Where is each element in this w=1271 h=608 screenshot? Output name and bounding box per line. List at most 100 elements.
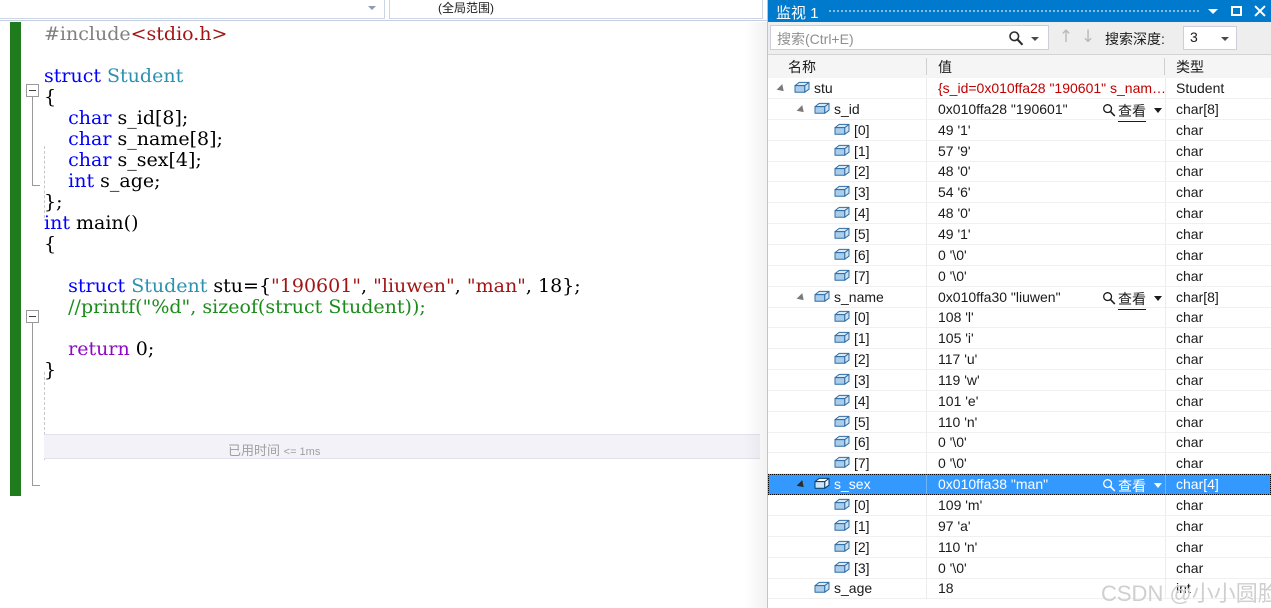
variable-name[interactable]: stu [814,80,833,96]
table-row[interactable]: [6] 0 '\0' char [768,432,1271,454]
table-row[interactable]: s_id 0x010ffa28 "190601" 查看 char[8] [768,98,1271,122]
table-row[interactable]: [3] 54 '6' char [768,182,1271,204]
variable-value[interactable]: 48 '0' [938,163,971,179]
variable-value[interactable]: 0x010ffa28 "190601" [938,101,1068,117]
column-divider[interactable] [926,58,927,75]
variable-value[interactable]: 0 '\0' [938,455,967,471]
close-icon[interactable] [1249,0,1271,22]
variable-name[interactable]: s_id [834,101,860,117]
expander-caret-icon[interactable] [778,84,787,93]
variable-value[interactable]: 0 '\0' [938,268,967,284]
table-row[interactable]: [5] 49 '1' char [768,223,1271,245]
variable-value[interactable]: 0x010ffa30 "liuwen" [938,289,1061,305]
variable-value[interactable]: 57 '9' [938,143,971,159]
variable-name[interactable]: [5] [854,226,870,242]
search-depth-input[interactable]: 3 [1183,26,1237,50]
chevron-down-icon[interactable] [1154,483,1162,489]
table-row[interactable]: [5] 110 'n' char [768,411,1271,433]
table-row[interactable]: [7] 0 '\0' char [768,265,1271,287]
variable-name[interactable]: [3] [854,184,870,200]
navbar-member-dropdown[interactable] [0,0,385,19]
expander-caret-icon[interactable] [798,480,807,489]
expander-caret-icon[interactable] [798,105,807,114]
variable-name[interactable]: [1] [854,518,870,534]
table-row[interactable]: [7] 0 '\0' char [768,453,1271,475]
navbar-scope-dropdown[interactable]: (全局范围) [389,0,763,19]
table-row[interactable]: stu {s_id=0x010ffa28 "190601" s_nam… Stude… [768,78,1271,99]
chevron-down-icon[interactable] [1221,37,1229,41]
chevron-down-icon[interactable] [1202,0,1224,22]
variable-value[interactable]: 119 'w' [938,372,980,388]
variable-value[interactable]: 0 '\0' [938,247,967,263]
variable-value[interactable]: 110 'n' [938,414,977,430]
chevron-down-icon[interactable] [1031,37,1039,41]
variable-name[interactable]: s_age [834,580,872,596]
variable-name[interactable]: [1] [854,143,870,159]
table-row[interactable]: [1] 97 'a' char [768,515,1271,537]
variable-name[interactable]: [5] [854,414,870,430]
watch-window-pane[interactable]: 监视 1 搜索(Ctrl+E) ↑ ↓ 搜索深度: 3 名称 值 类型 stu … [768,0,1271,608]
variable-name[interactable]: [7] [854,268,870,284]
search-previous-icon[interactable]: ↑ [1056,28,1076,48]
variable-name[interactable]: [6] [854,434,870,450]
variable-value[interactable]: 49 '1' [938,226,971,242]
variable-name[interactable]: [3] [854,372,870,388]
search-input[interactable]: 搜索(Ctrl+E) [770,25,1049,50]
column-header[interactable]: 值 [938,57,952,77]
variable-name[interactable]: [0] [854,122,870,138]
variable-name[interactable]: [2] [854,351,870,367]
chevron-down-icon[interactable] [1154,295,1162,301]
variable-name[interactable]: [0] [854,309,870,325]
variable-name[interactable]: s_sex [834,476,871,492]
table-row[interactable]: [6] 0 '\0' char [768,244,1271,266]
variable-value[interactable]: 110 'n' [938,539,977,555]
visualizer-label[interactable]: 查看 [1118,476,1146,498]
variable-name[interactable]: [4] [854,205,870,221]
search-next-icon[interactable]: ↓ [1078,28,1098,48]
variable-name[interactable]: s_name [834,289,884,305]
visualizer-label[interactable]: 查看 [1118,101,1146,122]
column-header[interactable]: 名称 [788,57,816,77]
variable-value[interactable]: 54 '6' [938,184,971,200]
table-row[interactable]: [3] 119 'w' char [768,369,1271,391]
variable-name[interactable]: [4] [854,393,870,409]
table-row[interactable]: [4] 48 '0' char [768,203,1271,225]
table-row[interactable]: [2] 110 'n' char [768,536,1271,558]
variable-name[interactable]: [2] [854,163,870,179]
variable-value[interactable]: 109 'm' [938,497,982,513]
variable-name[interactable]: [0] [854,497,870,513]
expander-caret-icon[interactable] [798,293,807,302]
code-text[interactable]: #include<stdio.h> struct Student{ char s_… [0,22,768,508]
column-divider[interactable] [1164,58,1165,75]
variable-value[interactable]: 97 'a' [938,518,971,534]
table-row[interactable]: [1] 57 '9' char [768,140,1271,162]
variable-value[interactable]: 0x010ffa38 "man" [938,476,1048,492]
watch-rows-container[interactable]: stu {s_id=0x010ffa28 "190601" s_nam… Stude… [768,78,1271,608]
table-row[interactable]: [0] 108 'l' char [768,307,1271,329]
table-row[interactable]: [4] 101 'e' char [768,390,1271,412]
table-row[interactable]: s_name 0x010ffa30 "liuwen" 查看 char[8] [768,286,1271,310]
table-row[interactable]: [2] 48 '0' char [768,161,1271,183]
visualizer-label[interactable]: 查看 [1118,289,1146,310]
variable-value[interactable]: 48 '0' [938,205,971,221]
variable-value[interactable]: 105 'i' [938,330,974,346]
variable-value[interactable]: {s_id=0x010ffa28 "190601" s_nam… [938,80,1166,96]
table-row[interactable]: [1] 105 'i' char [768,328,1271,350]
variable-value[interactable]: 101 'e' [938,393,978,409]
variable-name[interactable]: [7] [854,455,870,471]
variable-name[interactable]: [1] [854,330,870,346]
table-row[interactable]: [2] 117 'u' char [768,349,1271,371]
table-row-selected[interactable]: s_sex 0x010ffa38 "man" 查看 char[4] [768,474,1271,498]
variable-name[interactable]: [2] [854,539,870,555]
table-row[interactable]: [0] 109 'm' char [768,495,1271,516]
maximize-icon[interactable] [1226,0,1248,22]
variable-value[interactable]: 108 'l' [938,309,974,325]
variable-value[interactable]: 0 '\0' [938,560,967,576]
chevron-down-icon[interactable] [1154,107,1162,113]
title-drag-grip[interactable] [828,9,1201,14]
variable-value[interactable]: 18 [938,580,954,596]
table-row[interactable]: [3] 0 '\0' char [768,557,1271,579]
variable-value[interactable]: 0 '\0' [938,434,967,450]
variable-name[interactable]: [3] [854,560,870,576]
column-header[interactable]: 类型 [1176,57,1204,77]
